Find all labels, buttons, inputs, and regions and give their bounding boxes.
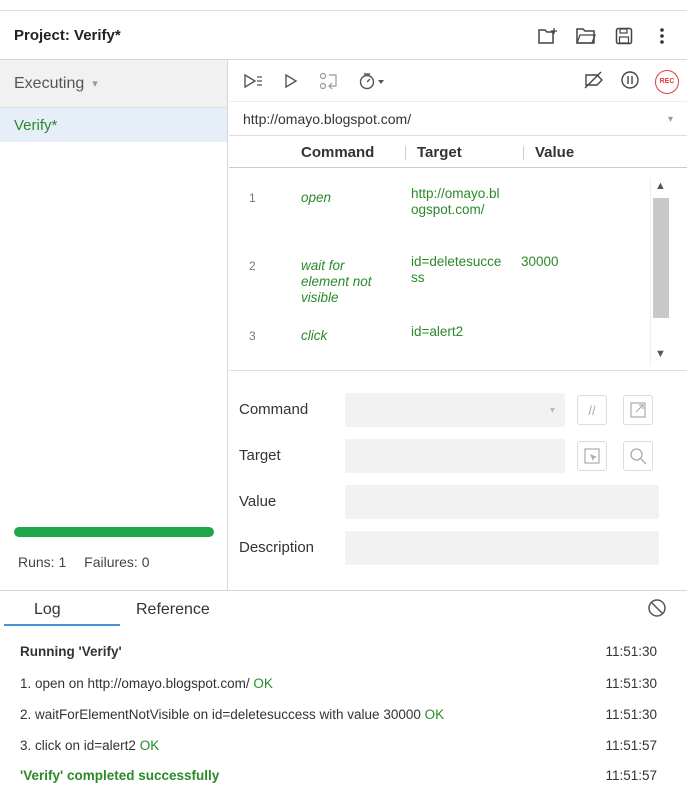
row-number: 3 [249, 329, 256, 343]
table-scrollbar[interactable]: ▲ ▼ [650, 178, 670, 366]
description-label: Description [239, 539, 315, 556]
command-editor: Command ▾ // Target Value Description [229, 370, 687, 590]
row-target: http://omayo.blogspot.com/ [411, 186, 500, 217]
row-number: 2 [249, 259, 256, 273]
right-pane: REC http://omayo.blogspot.com/ ▾ Command… [229, 60, 687, 590]
select-element-icon [584, 448, 600, 464]
column-value: Value [535, 144, 575, 161]
log-time: 11:51:57 [605, 768, 657, 783]
run-current-icon[interactable] [283, 69, 299, 93]
log-time: 11:51:30 [605, 644, 657, 659]
executing-dropdown[interactable]: Executing ▾ [0, 60, 227, 108]
chevron-down-icon: ▾ [667, 114, 673, 125]
speed-icon[interactable] [359, 69, 385, 93]
base-url-select[interactable]: http://omayo.blogspot.com/ ▾ [229, 102, 687, 136]
record-button[interactable]: REC [655, 69, 679, 94]
suite-item-label: Verify* [14, 116, 58, 134]
toolbar: REC [229, 60, 687, 102]
row-target: id=deletesuccess [411, 254, 502, 285]
log-panel: Running 'Verify' 11:51:30 1. open on htt… [0, 626, 687, 803]
chevron-down-icon: ▾ [92, 78, 98, 90]
find-target-button[interactable] [623, 441, 653, 471]
open-folder-icon[interactable] [575, 25, 597, 47]
pause-icon[interactable] [619, 69, 641, 94]
tab-log[interactable]: Log [34, 601, 61, 619]
log-text: 3. click on id=alert2 OK [20, 738, 159, 753]
row-command: wait for element not visible [301, 258, 372, 305]
command-input[interactable]: ▾ [345, 393, 565, 427]
log-time: 11:51:30 [605, 707, 657, 722]
left-pane: Executing ▾ Verify* Runs: 1 Failures: 0 [0, 60, 228, 590]
disable-breakpoints-icon[interactable] [583, 70, 605, 93]
record-label: REC [659, 78, 675, 85]
log-time: 11:51:30 [605, 676, 657, 691]
runs-count: Runs: 1 [18, 554, 67, 570]
more-vertical-icon[interactable] [651, 25, 673, 47]
row-command: open [301, 190, 332, 205]
column-target: Target [417, 144, 462, 161]
step-icon[interactable] [319, 69, 339, 93]
suite-item-verify[interactable]: Verify* [0, 108, 227, 142]
tab-reference[interactable]: Reference [136, 601, 210, 619]
test-table-body: 1 open http://omayo.blogspot.com/ 2 wait… [229, 178, 650, 366]
row-target: id=alert2 [411, 324, 464, 339]
project-title[interactable]: Project: Verify* [14, 27, 121, 44]
comment-button[interactable]: // [577, 395, 607, 425]
log-message: 3. click on id=alert2 [20, 738, 136, 753]
toolbar-right: REC [583, 69, 679, 94]
top-strip [0, 0, 687, 10]
project-header: Project: Verify* [0, 10, 687, 60]
log-text: 'Verify' completed successfully [20, 768, 220, 783]
executing-label: Executing [14, 74, 85, 92]
save-icon[interactable] [613, 25, 635, 47]
log-status-ok: OK [424, 707, 445, 722]
select-target-button[interactable] [577, 441, 607, 471]
comment-label: // [588, 402, 596, 418]
table-row[interactable]: 3 click id=alert2 [229, 324, 650, 354]
clear-log-icon[interactable] [647, 598, 667, 621]
log-message: 1. open on http://omayo.blogspot.com/ [20, 676, 250, 691]
log-tabs: Log Reference [0, 590, 687, 627]
column-divider [523, 146, 524, 160]
description-input[interactable] [345, 531, 659, 565]
chevron-up-icon[interactable]: ▲ [655, 180, 666, 192]
run-stats: Runs: 1 Failures: 0 [18, 554, 164, 570]
log-status-ok: OK [139, 738, 160, 753]
run-all-icon[interactable] [243, 69, 263, 93]
chevron-down-icon[interactable]: ▼ [655, 348, 666, 360]
value-input[interactable] [345, 485, 659, 519]
header-icons [537, 25, 673, 47]
log-text: 2. waitForElementNotVisible on id=delete… [20, 707, 444, 722]
table-row[interactable]: 1 open http://omayo.blogspot.com/ [229, 186, 650, 242]
new-suite-icon[interactable] [537, 25, 559, 47]
open-reference-button[interactable] [623, 395, 653, 425]
log-text: Running 'Verify' [20, 644, 122, 659]
target-label: Target [239, 447, 281, 464]
log-message: 2. waitForElementNotVisible on id=delete… [20, 707, 421, 722]
base-url-value: http://omayo.blogspot.com/ [243, 110, 412, 127]
table-row[interactable]: 2 wait for element not visible id=delete… [229, 254, 650, 310]
command-label: Command [239, 401, 309, 418]
failures-count: Failures: 0 [84, 554, 150, 570]
target-input[interactable] [345, 439, 565, 473]
search-icon [630, 448, 647, 465]
progress-bar [14, 527, 214, 537]
log-status-ok: OK [253, 676, 273, 691]
chevron-down-icon: ▾ [549, 405, 555, 416]
log-text: 1. open on http://omayo.blogspot.com/ OK [20, 676, 273, 691]
external-link-icon [630, 402, 646, 418]
log-time: 11:51:57 [605, 738, 657, 753]
row-value: 30000 [521, 254, 559, 269]
scrollbar-thumb[interactable] [653, 198, 669, 318]
column-command: Command [301, 144, 375, 161]
value-label: Value [239, 493, 277, 510]
row-number: 1 [249, 191, 256, 205]
column-divider [405, 146, 406, 160]
test-table-header: Command Target Value [229, 136, 687, 168]
row-command: click [301, 328, 328, 343]
